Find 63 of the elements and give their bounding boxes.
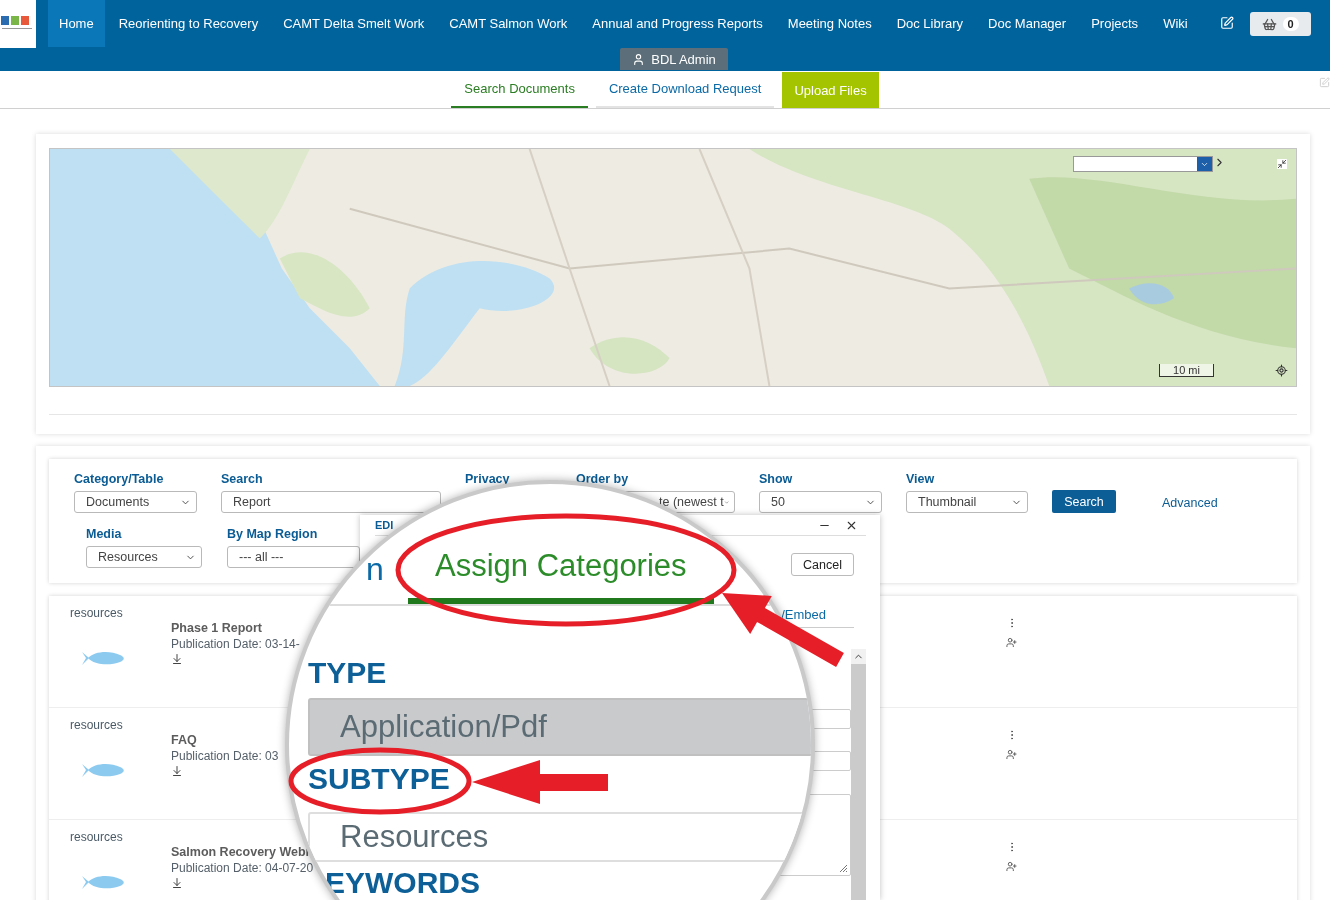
dropdown[interactable]: Thumbnail [906,491,1028,513]
document-title[interactable]: Phase 1 Report [171,621,262,635]
nav-item[interactable]: CAMT Delta Smelt Work [272,0,436,47]
download-icon[interactable] [171,765,183,777]
field-label: Search [221,471,264,487]
nav-item[interactable]: Annual and Progress Reports [581,0,774,47]
field-label: View [906,471,936,487]
user-plus-icon[interactable] [1006,749,1018,760]
field-label: Order by [576,471,630,487]
nav-item[interactable]: CAMT Salmon Work [438,0,579,47]
search-icon[interactable] [1197,157,1212,171]
nav-item[interactable]: Projects [1080,0,1150,47]
field-label: Media [86,526,123,542]
user-badge[interactable]: BDL Admin [620,48,728,70]
user-plus-icon[interactable] [1006,861,1018,872]
nav-item[interactable]: Meeting Notes [776,0,883,47]
cart-button[interactable]: 0 [1249,12,1311,36]
scrollbar[interactable] [851,649,866,900]
category-label: resources [70,718,124,732]
publication-date: Publication Date: 04-07-20 [171,861,314,875]
field-label: Privacy [465,471,511,487]
category-label: resources [70,830,124,844]
dropdown[interactable]: Resources [86,546,202,568]
tab[interactable]: Assign Categories [407,548,714,604]
tab[interactable]: Search Documents [451,71,588,108]
tab[interactable]: /Embed [781,606,826,622]
nav-item[interactable]: Wiki [1152,0,1199,47]
search-button[interactable]: Search [1052,490,1116,513]
map-search-field[interactable] [1073,156,1213,172]
advanced-link[interactable]: Advanced [1162,496,1218,510]
nav-item[interactable]: Reorienting to Recovery [107,0,270,47]
category-field[interactable]: Application/Pdf [308,698,811,756]
user-plus-icon[interactable] [1006,637,1018,648]
dropdown[interactable]: Documents [74,491,197,513]
field-label: TYPE [308,656,387,690]
tab[interactable]: n [366,551,384,588]
dropdown[interactable]: 50 [759,491,882,513]
logo-icon[interactable] [0,0,36,48]
dialog-title: EDI [375,519,394,531]
download-icon[interactable] [171,877,183,889]
nav-item[interactable]: Home [48,0,105,47]
document-title[interactable]: FAQ [171,733,197,747]
cart-count: 0 [1282,17,1299,31]
field-label: Category/Table [74,471,165,487]
search-field[interactable]: Report [221,491,441,513]
nav-item[interactable]: Doc Library [885,0,975,47]
nav-item[interactable]: Doc Manager [977,0,1078,47]
user-icon [632,52,646,66]
tab[interactable]: Create Download Request [595,71,775,108]
field-label: By Map Region [227,526,319,542]
publication-date: Publication Date: 03 [171,749,279,763]
scale-bar: 10 mi [1159,364,1214,377]
basket-icon [1261,16,1277,32]
field-label: SUBTYPE [308,762,450,796]
resize-handle-icon[interactable] [838,863,848,873]
category-label: resources [70,606,124,620]
publication-date: Publication Date: 03-14- [171,637,300,651]
dropdown[interactable]: --- all --- [227,546,360,568]
document-title[interactable]: Salmon Recovery Webi [171,845,309,859]
collapse-icon[interactable] [1277,159,1287,169]
locate-icon[interactable] [1275,364,1288,377]
download-icon[interactable] [171,653,183,665]
field-label: Show [759,471,794,487]
